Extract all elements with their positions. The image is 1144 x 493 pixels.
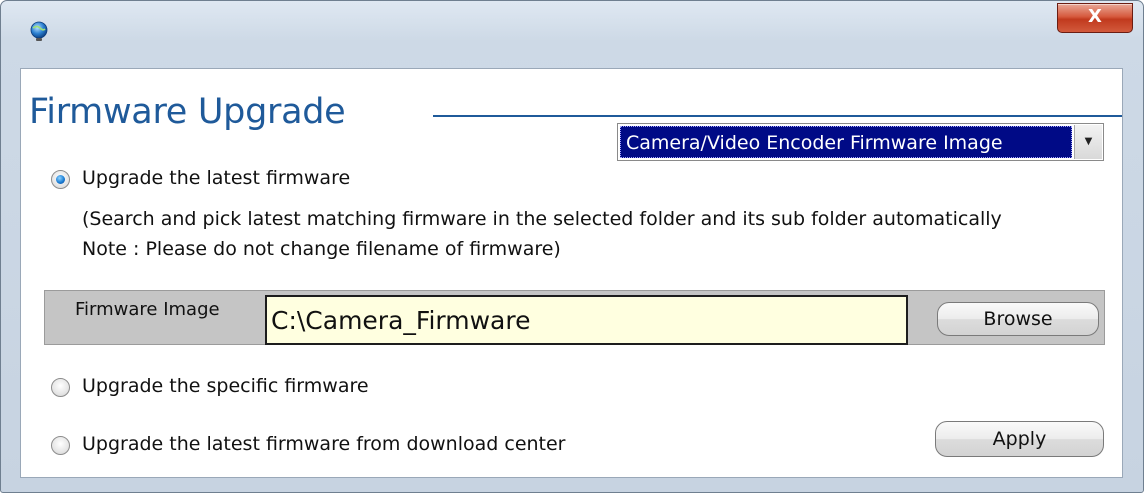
globe-icon (28, 20, 50, 42)
radio-upgrade-latest-label[interactable]: Upgrade the latest firmware (82, 167, 350, 189)
firmware-path-input[interactable] (265, 295, 908, 345)
page-title: Firmware Upgrade (29, 92, 346, 132)
radio-upgrade-specific[interactable] (51, 378, 70, 397)
close-icon: X (1088, 6, 1102, 27)
firmware-type-selected: Camera/Video Encoder Firmware Image (620, 126, 1072, 158)
firmware-type-dropdown[interactable]: Camera/Video Encoder Firmware Image ▼ (617, 123, 1104, 161)
radio-upgrade-latest[interactable] (51, 170, 70, 189)
radio-upgrade-download-center-label[interactable]: Upgrade the latest firmware from downloa… (82, 433, 566, 455)
firmware-image-label: Firmware Image (75, 299, 220, 320)
title-bar[interactable]: X (1, 1, 1143, 59)
firmware-image-panel: Firmware Image Browse (44, 290, 1105, 345)
upgrade-latest-note: (Search and pick latest matching firmwar… (82, 208, 1002, 260)
radio-upgrade-download-center[interactable] (51, 436, 70, 455)
chevron-down-icon[interactable]: ▼ (1074, 125, 1102, 159)
apply-button[interactable]: Apply (935, 421, 1104, 457)
close-button[interactable]: X (1057, 3, 1133, 33)
browse-button[interactable]: Browse (937, 302, 1099, 336)
title-divider (433, 115, 1122, 117)
radio-upgrade-specific-label[interactable]: Upgrade the specific firmware (82, 375, 369, 397)
